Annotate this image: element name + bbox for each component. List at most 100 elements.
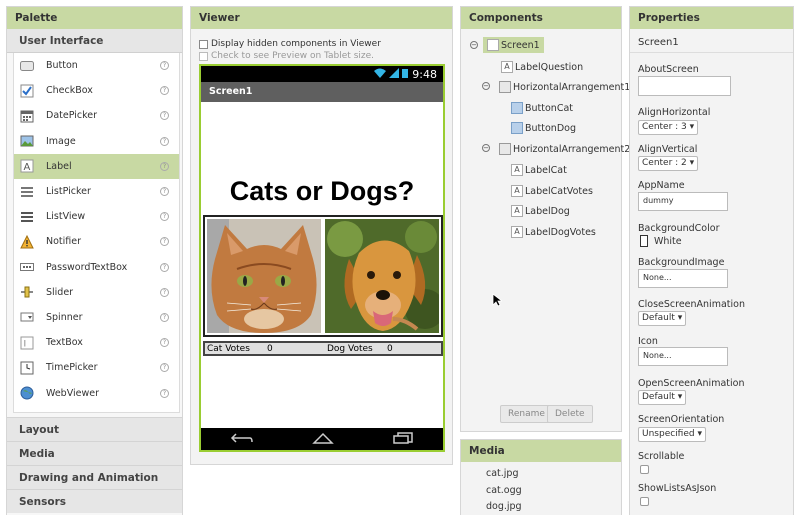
palette-item-button[interactable]: Button ?: [14, 53, 179, 78]
app-name-label: AppName: [638, 180, 685, 191]
palette-item-listpicker[interactable]: ListPicker ?: [14, 179, 179, 204]
help-icon[interactable]: ?: [160, 388, 169, 398]
horizontal-arrangement-2[interactable]: Cat Votes 0 Dog Votes 0: [203, 341, 443, 356]
palette-item-image[interactable]: Image ?: [14, 129, 179, 154]
horizontal-arrangement-1[interactable]: [203, 215, 443, 337]
palette-item-spinner[interactable]: Spinner ?: [14, 305, 179, 330]
arrangement-icon: [499, 143, 511, 155]
palette-item-slider[interactable]: Slider ?: [14, 280, 179, 305]
label-cat[interactable]: Cat Votes: [207, 344, 267, 354]
tree-item-labeldogvotes[interactable]: A LabelDogVotes: [511, 224, 596, 240]
label-icon: A: [511, 205, 523, 217]
tree-item-buttondog[interactable]: ButtonDog: [511, 120, 576, 136]
tree-item-horizontalarrangement1[interactable]: HorizontalArrangement1: [499, 79, 630, 95]
scrollable-checkbox[interactable]: [640, 465, 649, 474]
label-cat-votes[interactable]: 0: [267, 344, 327, 354]
align-horizontal-select[interactable]: Center : 3 ▾: [638, 120, 699, 135]
collapse-toggle-screen1[interactable]: −: [470, 41, 478, 49]
collapse-toggle-harr2[interactable]: −: [482, 144, 490, 152]
background-color-label: BackgroundColor: [638, 223, 720, 234]
tree-item-labeldog[interactable]: A LabelDog: [511, 203, 570, 219]
tree-item-buttoncat[interactable]: ButtonCat: [511, 100, 573, 116]
listview-icon: [20, 210, 34, 224]
help-icon[interactable]: ?: [160, 312, 169, 322]
dropdown-arrow-icon: ▾: [677, 313, 683, 323]
icon-label: Icon: [638, 336, 658, 347]
tree-item-labelcat[interactable]: A LabelCat: [511, 162, 567, 178]
help-icon[interactable]: ?: [160, 136, 169, 146]
background-color-swatch[interactable]: [640, 235, 648, 247]
palette-item-checkbox[interactable]: CheckBox ?: [14, 78, 179, 103]
show-lists-as-json-checkbox[interactable]: [640, 497, 649, 506]
category-user-interface[interactable]: User Interface: [7, 29, 182, 53]
recent-apps-icon[interactable]: [392, 431, 414, 447]
palette-item-notifier[interactable]: Notifier ?: [14, 229, 179, 254]
category-sensors[interactable]: Sensors: [7, 489, 182, 513]
components-title: Components: [461, 7, 621, 29]
palette-item-label: Slider: [46, 286, 74, 298]
open-screen-animation-label: OpenScreenAnimation: [638, 378, 745, 389]
back-icon[interactable]: [230, 432, 254, 447]
tree-item-screen1[interactable]: Screen1: [483, 37, 544, 53]
arrangement-icon: [499, 81, 511, 93]
media-file-dog-jpg[interactable]: dog.jpg: [461, 499, 621, 515]
media-file-cat-ogg[interactable]: cat.ogg: [461, 483, 621, 500]
screen-orientation-label: ScreenOrientation: [638, 414, 725, 425]
palette-item-passwordtextbox[interactable]: PasswordTextBox ?: [14, 255, 179, 280]
tree-item-labelquestion[interactable]: A LabelQuestion: [501, 59, 583, 75]
align-vertical-select[interactable]: Center : 2 ▾: [638, 156, 699, 171]
show-hidden-checkbox[interactable]: [199, 39, 208, 49]
media-file-cat-jpg[interactable]: cat.jpg: [461, 466, 621, 483]
button-icon: [511, 122, 523, 134]
help-icon[interactable]: ?: [160, 287, 169, 297]
tree-item-labelcatvotes[interactable]: A LabelCatVotes: [511, 183, 593, 199]
help-icon[interactable]: ?: [160, 187, 169, 197]
category-drawing-animation[interactable]: Drawing and Animation: [7, 465, 182, 489]
collapse-toggle-harr1[interactable]: −: [482, 82, 490, 90]
label-dog[interactable]: Dog Votes: [327, 344, 387, 354]
dropdown-arrow-icon: ▾: [689, 158, 695, 168]
palette-item-label: DatePicker: [46, 110, 98, 122]
palette-item-label-selected[interactable]: A Label ?: [14, 153, 179, 179]
media-title: Media: [461, 440, 621, 462]
button-cat[interactable]: [207, 219, 321, 333]
open-screen-animation-select[interactable]: Default ▾: [638, 390, 687, 405]
about-screen-label: AboutScreen: [638, 64, 699, 75]
app-name-field[interactable]: dummy: [638, 192, 728, 211]
dog-photo: [325, 219, 439, 333]
delete-button[interactable]: Delete: [547, 405, 593, 423]
help-icon[interactable]: ?: [160, 363, 169, 373]
category-media[interactable]: Media: [7, 441, 182, 465]
close-screen-animation-select[interactable]: Default ▾: [638, 311, 687, 326]
help-icon[interactable]: ?: [160, 237, 169, 247]
help-icon[interactable]: ?: [160, 262, 169, 272]
home-icon[interactable]: [312, 432, 334, 447]
label-question[interactable]: Cats or Dogs?: [201, 176, 443, 207]
background-color-value[interactable]: White: [654, 236, 682, 247]
label-dog-votes[interactable]: 0: [387, 344, 393, 354]
palette-item-timepicker[interactable]: TimePicker ?: [14, 355, 179, 380]
button-dog[interactable]: [325, 219, 439, 333]
palette-item-datepicker[interactable]: DatePicker ?: [14, 103, 179, 128]
screen-orientation-select[interactable]: Unspecified ▾: [638, 427, 707, 442]
tree-item-label: Screen1: [501, 39, 540, 51]
icon-field[interactable]: None...: [638, 347, 728, 366]
help-icon[interactable]: ?: [160, 61, 169, 71]
scrollable-label: Scrollable: [638, 451, 685, 462]
category-layout[interactable]: Layout: [7, 417, 182, 441]
help-icon[interactable]: ?: [160, 338, 169, 348]
help-icon[interactable]: ?: [160, 111, 169, 121]
palette-item-textbox[interactable]: I TextBox ?: [14, 330, 179, 355]
properties-title: Properties: [630, 7, 793, 29]
help-icon[interactable]: ?: [160, 86, 169, 96]
tablet-preview-checkbox[interactable]: [199, 51, 208, 61]
help-icon[interactable]: ?: [160, 161, 169, 171]
palette-item-label: WebViewer: [46, 387, 100, 399]
help-icon[interactable]: ?: [160, 212, 169, 222]
about-screen-field[interactable]: [638, 76, 731, 96]
tree-item-horizontalarrangement2[interactable]: HorizontalArrangement2: [499, 141, 630, 157]
palette-item-listview[interactable]: ListView ?: [14, 204, 179, 229]
background-image-field[interactable]: None...: [638, 269, 728, 288]
rename-button[interactable]: Rename: [500, 405, 553, 423]
palette-item-webviewer[interactable]: WebViewer ?: [14, 380, 179, 405]
